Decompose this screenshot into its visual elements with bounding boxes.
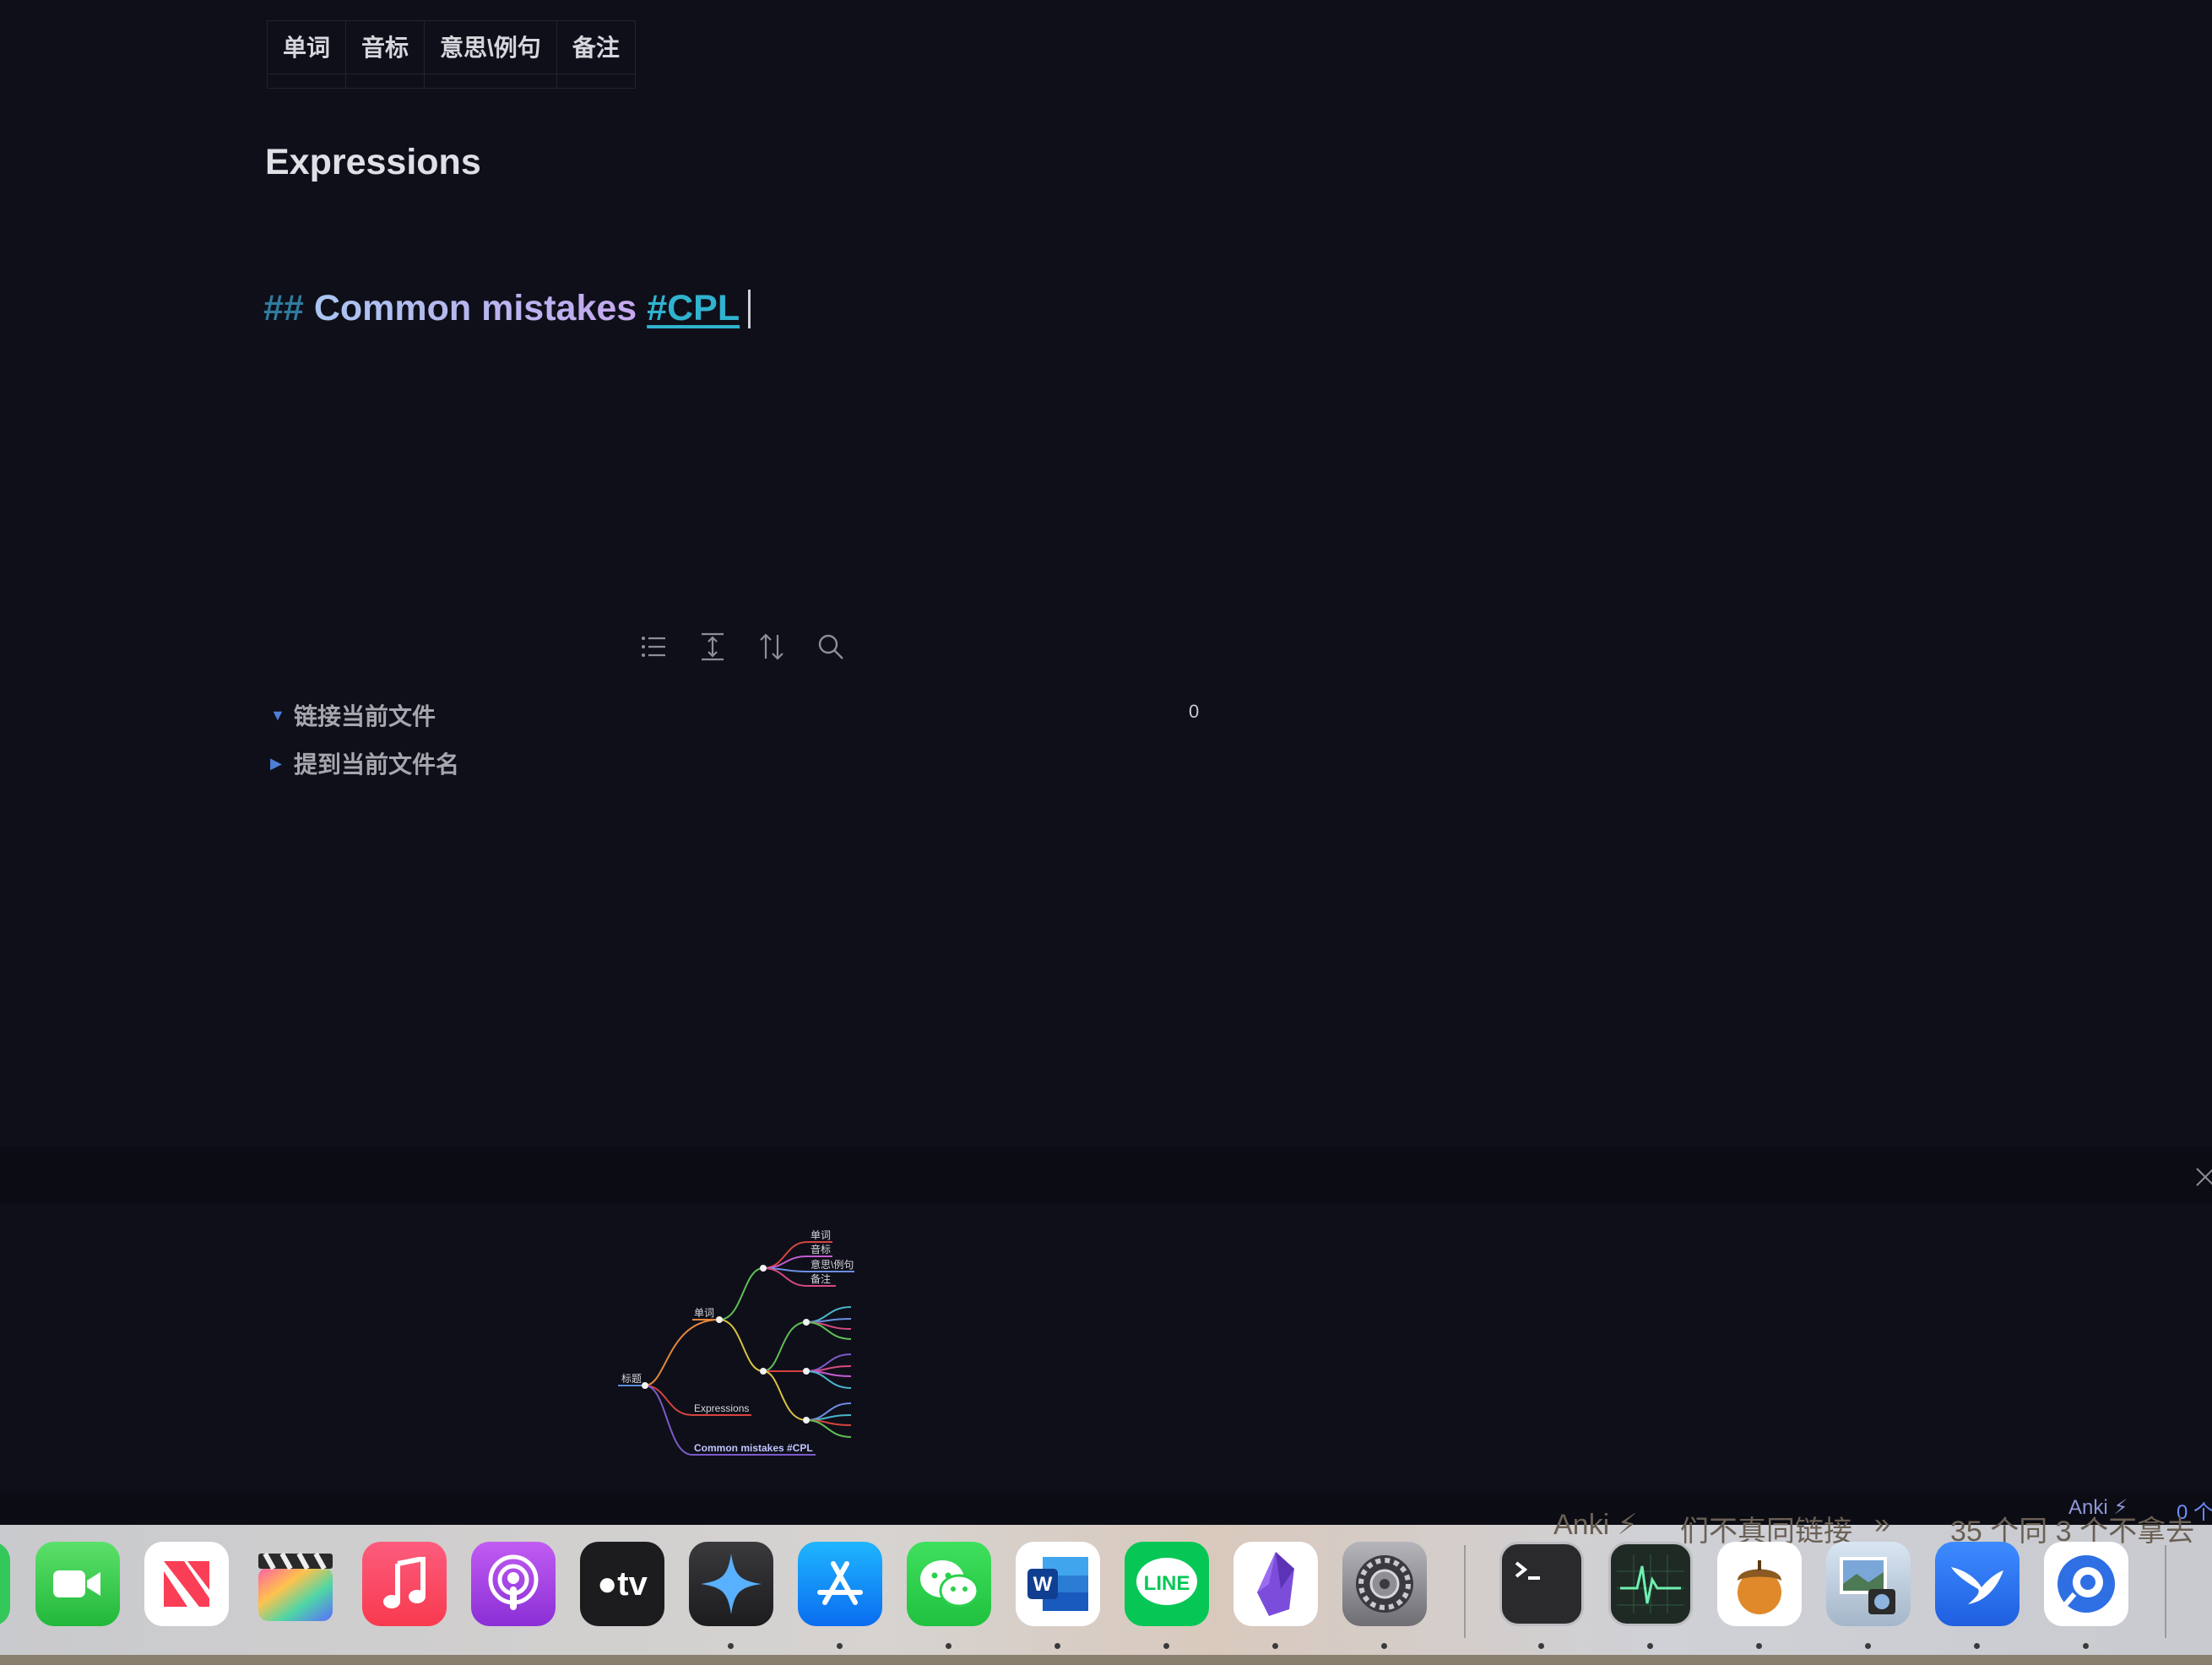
running-indicator — [1163, 1643, 1169, 1649]
backlinks-toolbar — [638, 632, 846, 662]
markdown-heading-marker: ## — [263, 288, 304, 328]
running-indicator — [1272, 1643, 1278, 1649]
proxyman-app-icon[interactable] — [2044, 1542, 2128, 1626]
mindmap-node[interactable]: 单词 — [694, 1307, 714, 1319]
unlinked-mentions-label: 提到当前文件名 — [294, 751, 460, 778]
line-app-icon[interactable]: LINE — [1125, 1542, 1209, 1626]
screen: { "table": { "headers": ["单词", "音标", "意思… — [0, 0, 2212, 1665]
facetime-app-icon[interactable] — [35, 1542, 120, 1626]
table-header-cell[interactable]: 意思\例句 — [424, 20, 557, 74]
table-cell[interactable] — [345, 73, 426, 89]
running-indicator — [1865, 1643, 1871, 1649]
mindmap-leaf[interactable]: 音标 — [811, 1243, 831, 1256]
heading-text: Common mistakes — [313, 288, 637, 328]
running-indicator — [2083, 1643, 2089, 1649]
running-indicator — [1381, 1643, 1387, 1649]
running-indicator — [837, 1643, 843, 1649]
running-indicator — [1054, 1643, 1060, 1649]
lark-app-icon[interactable] — [1935, 1542, 2020, 1626]
app-store-app-icon[interactable] — [798, 1542, 882, 1626]
heading-expressions[interactable]: Expressions — [265, 142, 481, 183]
tag-link[interactable]: #CPL — [647, 288, 740, 329]
list-view-icon[interactable] — [638, 632, 669, 662]
mindmap-canvas[interactable]: 标题 单词 Expressions Common mistakes #CPL 单… — [0, 1204, 2212, 1491]
terminal-app-icon[interactable] — [1499, 1542, 1584, 1626]
microsoft-word-app-icon[interactable]: W — [1016, 1542, 1100, 1626]
mindmap-root[interactable]: 标题 — [621, 1373, 642, 1385]
table-header-cell[interactable]: 音标 — [345, 20, 426, 74]
dock-separator — [1464, 1545, 1466, 1638]
mindmap-leaf[interactable]: 意思\例句 — [811, 1258, 854, 1271]
linked-mentions-label: 链接当前文件 — [294, 703, 436, 729]
svg-text:W: W — [1033, 1573, 1053, 1596]
unlinked-mentions-toggle[interactable]: ▶ 提到当前文件名 — [270, 746, 459, 780]
obsidian-app-icon[interactable] — [1233, 1542, 1318, 1626]
running-indicator — [728, 1643, 734, 1649]
mindmap-leaf[interactable]: 单词 — [811, 1229, 831, 1241]
table-cell[interactable] — [424, 73, 557, 89]
music-app-icon[interactable] — [362, 1542, 447, 1626]
mindmap-node[interactable]: Expressions — [694, 1402, 749, 1414]
apple-tv-app-icon[interactable]: ●tv — [580, 1542, 664, 1626]
table-header-row: 单词 音标 意思\例句 备注 — [266, 20, 636, 74]
final-cut-pro-app-icon[interactable] — [253, 1542, 338, 1626]
heading-common-mistakes[interactable]: ## Common mistakes #CPL — [263, 288, 751, 329]
mindmap-leaf[interactable]: 备注 — [811, 1272, 831, 1285]
table-header-cell[interactable]: 单词 — [266, 20, 347, 74]
preview-app-icon[interactable] — [1826, 1542, 1911, 1626]
anki-app-icon[interactable] — [1717, 1542, 1802, 1626]
background-window-text: » — [1874, 1508, 1890, 1540]
table-cell[interactable] — [266, 73, 347, 89]
spark-app-icon[interactable] — [689, 1542, 773, 1626]
expand-collapse-icon[interactable] — [697, 632, 728, 662]
search-icon[interactable] — [816, 632, 846, 662]
vocab-table: 单词 音标 意思\例句 备注 — [266, 20, 636, 89]
activity-monitor-app-icon[interactable] — [1608, 1542, 1693, 1626]
mindmap-node[interactable]: Common mistakes #CPL — [694, 1442, 813, 1454]
dock-bottom-strip — [0, 1655, 2212, 1665]
chevron-down-icon: ▼ — [270, 706, 285, 724]
table-header-cell[interactable]: 备注 — [556, 20, 636, 74]
linked-mentions-count: 0 — [1189, 701, 1200, 722]
linked-mentions-toggle[interactable]: ▼ 链接当前文件 — [270, 698, 436, 732]
text-cursor — [748, 289, 751, 328]
running-indicator — [1538, 1643, 1544, 1649]
svg-text:LINE: LINE — [1144, 1572, 1190, 1595]
running-indicator — [946, 1643, 951, 1649]
mindmap-panel[interactable]: 标题 单词 Expressions Common mistakes #CPL 单… — [0, 1204, 2212, 1491]
table-row[interactable] — [266, 73, 636, 89]
panel-header — [0, 1147, 2212, 1204]
sort-icon[interactable] — [756, 632, 787, 662]
system-settings-app-icon[interactable] — [1342, 1542, 1427, 1626]
running-indicator — [1756, 1643, 1762, 1649]
podcasts-app-icon[interactable] — [471, 1542, 556, 1626]
background-window-text: Anki ⚡ — [1553, 1509, 1638, 1541]
chevron-right-icon: ▶ — [270, 754, 282, 772]
table-cell[interactable] — [556, 73, 636, 89]
wechat-app-icon[interactable] — [907, 1542, 991, 1626]
running-indicator — [1974, 1643, 1980, 1649]
close-icon[interactable] — [2193, 1165, 2212, 1189]
news-app-icon[interactable] — [144, 1542, 229, 1626]
dock-separator — [2165, 1545, 2166, 1638]
messages-app-icon[interactable] — [0, 1542, 10, 1626]
running-indicator — [1647, 1643, 1653, 1649]
